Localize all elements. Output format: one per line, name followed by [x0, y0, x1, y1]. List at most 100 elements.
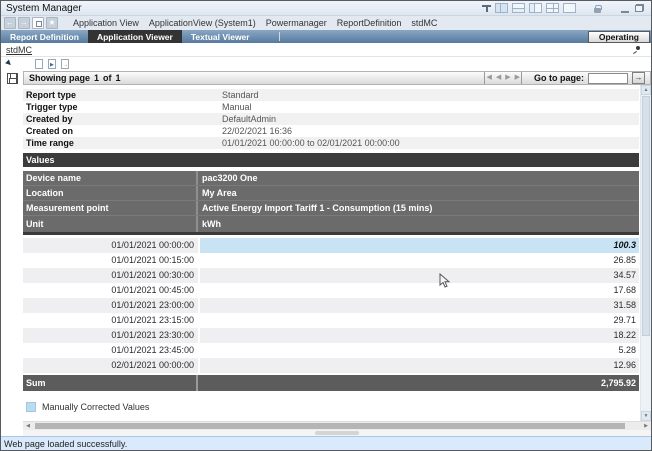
window-title: System Manager	[6, 3, 82, 14]
layout-bottom-panel-icon[interactable]	[512, 3, 525, 13]
goto-page-button[interactable]: →	[632, 72, 645, 84]
breadcrumb-item-applicationview-system1[interactable]: ApplicationView (System1)	[149, 18, 256, 28]
toolbar-page-icons: ▶ →	[35, 59, 69, 69]
breadcrumb-item-powermanager[interactable]: Powermanager	[266, 18, 327, 28]
breadcrumb: Application View ApplicationView (System…	[68, 18, 437, 28]
meta-row: Measurement point Active Energy Import T…	[23, 201, 639, 216]
report-info-row: Created on 22/02/2021 16:36	[23, 125, 639, 137]
minimize-icon[interactable]	[621, 11, 629, 13]
tab-report-definition[interactable]: Report Definition	[1, 30, 88, 43]
pin-layout-icon[interactable]	[482, 4, 491, 13]
next-page-icon[interactable]: ▶	[505, 72, 510, 84]
vertical-scroll-track[interactable]	[641, 95, 651, 411]
pin-icon[interactable]	[633, 46, 640, 53]
status-message: Web page loaded successfully.	[4, 439, 127, 449]
titlebar-controls	[482, 3, 646, 13]
layout-single-icon[interactable]	[563, 3, 576, 13]
meta-value: pac3200 One	[198, 171, 258, 185]
manually-corrected-swatch	[26, 402, 36, 412]
value-cell[interactable]: 5.28	[200, 343, 639, 358]
table-row: 01/01/2021 00:30:00 34.57	[23, 268, 639, 283]
measurement-meta-block: Device name pac3200 One Location My Area…	[23, 171, 639, 235]
value-cell[interactable]: 34.57	[200, 268, 639, 283]
sum-value: 2,795.92	[198, 375, 639, 391]
value-cell-manually-corrected[interactable]: 100.3	[200, 238, 639, 253]
layout-grid-icon[interactable]	[546, 3, 559, 13]
value-cell[interactable]: 31.58	[200, 298, 639, 313]
title-bar: System Manager	[1, 1, 651, 15]
scroll-right-icon[interactable]: ▶	[641, 422, 651, 430]
vertical-scroll-thumb[interactable]	[642, 96, 650, 336]
value-cell[interactable]: 26.85	[200, 253, 639, 268]
timestamp-cell: 01/01/2021 23:15:00	[23, 313, 198, 328]
horizontal-scroll-thumb[interactable]	[35, 423, 625, 429]
current-page-number: 1	[94, 73, 99, 83]
document-title[interactable]: stdMC	[6, 45, 32, 55]
info-label: Time range	[23, 138, 222, 148]
page-export-glyph: →	[63, 62, 68, 68]
value-cell[interactable]: 18.22	[200, 328, 639, 343]
table-row: 02/01/2021 00:00:00 12.96	[23, 358, 639, 373]
layout-left-panel-icon[interactable]	[529, 3, 542, 13]
vertical-scrollbar[interactable]: ▲ ▼	[640, 85, 651, 421]
restore-icon[interactable]	[635, 4, 644, 12]
table-row: 01/01/2021 23:15:00 29.71	[23, 313, 639, 328]
previous-page-icon[interactable]: ◀	[496, 72, 501, 84]
breadcrumb-item-reportdefinition[interactable]: ReportDefinition	[337, 18, 402, 28]
value-cell[interactable]: 29.71	[200, 313, 639, 328]
splitter-bar	[23, 430, 651, 436]
table-row: 01/01/2021 00:15:00 26.85	[23, 253, 639, 268]
legend-label: Manually Corrected Values	[42, 402, 149, 412]
info-value: DefaultAdmin	[222, 114, 276, 124]
breadcrumb-item-application-view[interactable]: Application View	[73, 18, 139, 28]
page-export-icon[interactable]: →	[61, 59, 69, 69]
meta-label: Location	[23, 186, 198, 200]
lock-icon[interactable]	[594, 8, 601, 13]
page-icon[interactable]	[35, 59, 43, 69]
timestamp-cell: 01/01/2021 23:30:00	[23, 328, 198, 343]
tab-textual-viewer[interactable]: Textual Viewer	[182, 30, 259, 43]
value-cell[interactable]: 12.96	[200, 358, 639, 373]
tab-bar: Report Definition Application Viewer Tex…	[1, 30, 651, 43]
expand-icon[interactable]: ▶	[4, 58, 15, 69]
breadcrumb-item-stdmc[interactable]: stdMC	[411, 18, 437, 28]
scroll-up-icon[interactable]: ▲	[641, 85, 651, 95]
back-arrow-icon[interactable]: ←	[4, 17, 16, 29]
last-page-icon[interactable]: ▶	[515, 72, 522, 84]
page-next-glyph: ▶	[50, 62, 54, 68]
timestamp-cell: 01/01/2021 23:45:00	[23, 343, 198, 358]
values-section-header: Values	[23, 153, 639, 167]
timestamp-cell: 01/01/2021 23:00:00	[23, 298, 198, 313]
forward-arrow-icon[interactable]: →	[18, 17, 30, 29]
layout-split-vertical-icon[interactable]	[495, 3, 508, 13]
timestamp-cell: 01/01/2021 00:30:00	[23, 268, 198, 283]
table-row: 01/01/2021 00:00:00 100.3	[23, 238, 639, 253]
left-gutter	[1, 71, 23, 436]
goto-page-input[interactable]	[588, 73, 628, 84]
tab-application-viewer[interactable]: Application Viewer	[88, 30, 182, 43]
scroll-down-icon[interactable]: ▼	[641, 411, 651, 421]
meta-row: Unit kWh	[23, 216, 639, 232]
save-icon[interactable]	[7, 73, 18, 84]
table-row: 01/01/2021 00:45:00 17.68	[23, 283, 639, 298]
pager-controls: ◀ ◀ ▶ ▶ Go to page: →	[484, 72, 645, 84]
horizontal-scrollbar[interactable]: ◀ ▶	[23, 421, 651, 430]
scroll-left-icon[interactable]: ◀	[23, 422, 33, 430]
history-icon[interactable]	[32, 17, 44, 29]
report-pane: Showing page 1 of 1 ◀ ◀ ▶ ▶ Go to page: …	[23, 71, 651, 436]
report-viewport: Report type Standard Trigger type Manual…	[23, 85, 651, 421]
splitter-handle[interactable]	[315, 431, 359, 435]
info-label: Trigger type	[23, 102, 222, 112]
first-page-icon[interactable]: ◀	[484, 72, 491, 84]
info-value: 01/01/2021 00:00:00 to 02/01/2021 00:00:…	[222, 138, 400, 148]
meta-label: Unit	[23, 216, 198, 232]
horizontal-scroll-track[interactable]	[33, 422, 641, 430]
page-next-icon[interactable]: ▶	[48, 59, 56, 69]
table-row: 01/01/2021 23:30:00 18.22	[23, 328, 639, 343]
info-label: Report type	[23, 90, 222, 100]
report-info-row: Trigger type Manual	[23, 101, 639, 113]
operating-button[interactable]: Operating	[588, 31, 650, 43]
tab-separator	[279, 32, 280, 41]
favorites-star-icon[interactable]: ★	[46, 17, 58, 29]
value-cell[interactable]: 17.68	[200, 283, 639, 298]
